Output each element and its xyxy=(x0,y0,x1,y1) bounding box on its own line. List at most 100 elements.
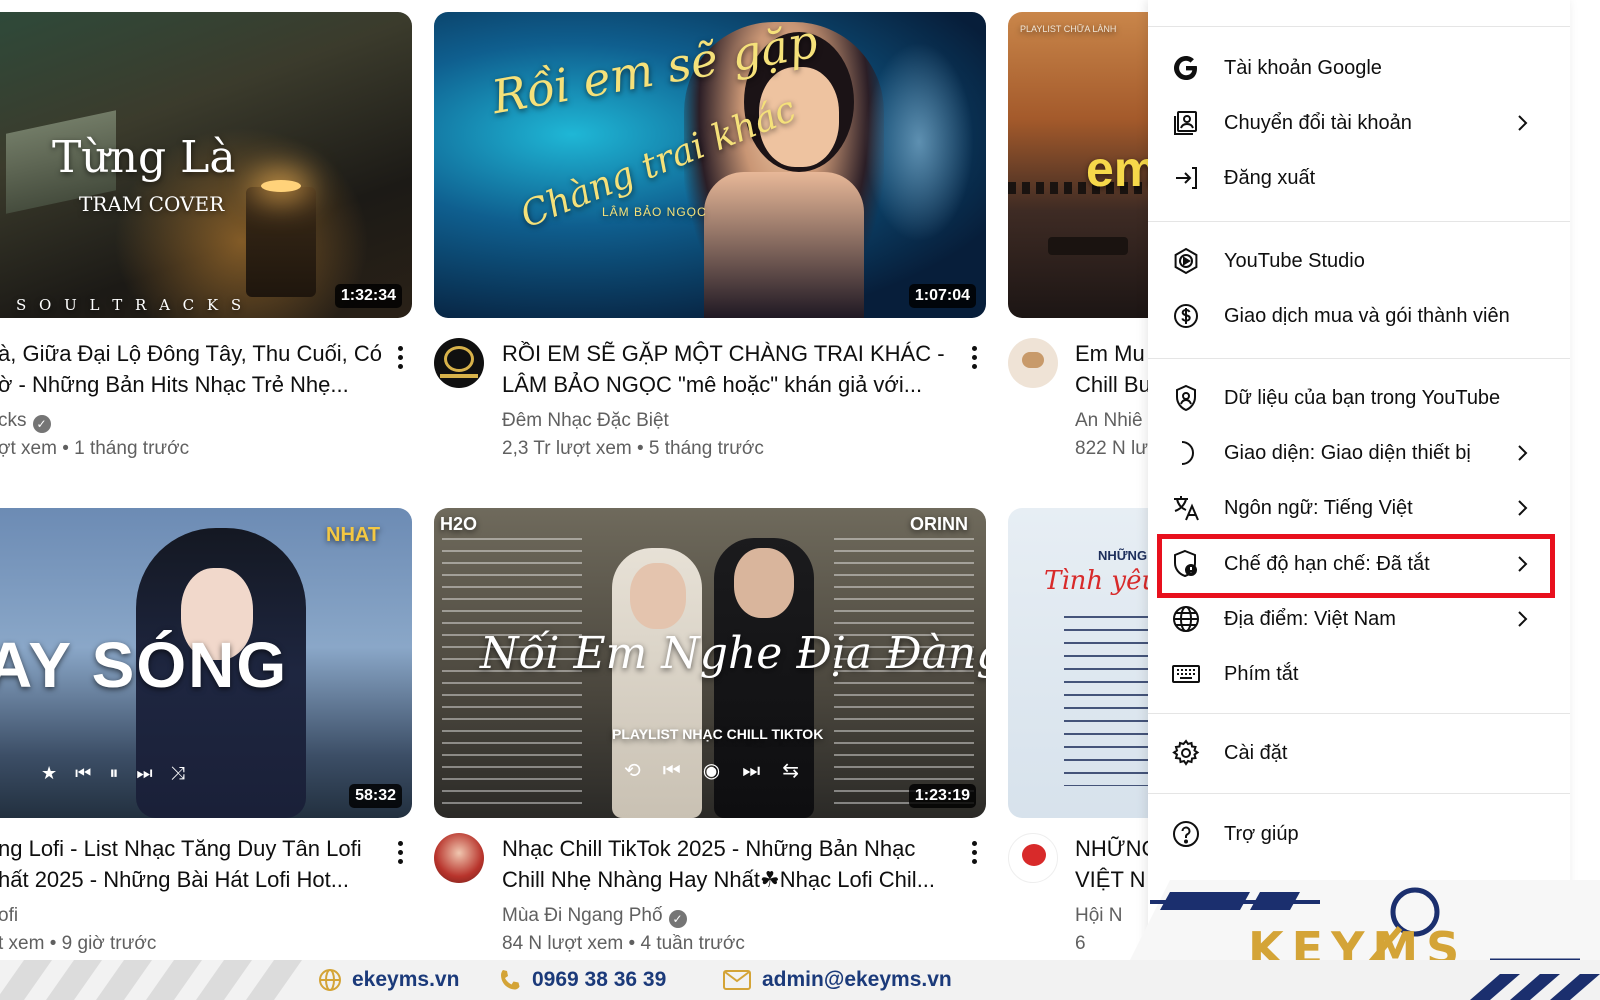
thumbnail-title: Từng Là xyxy=(52,132,236,183)
globe-icon xyxy=(319,969,341,991)
menu-divider xyxy=(1148,221,1570,222)
phone-icon xyxy=(501,970,520,990)
video-grid: Từng Là TRAM COVER S O U L T R A C K S 1… xyxy=(0,0,1208,960)
chevron-right-icon xyxy=(1518,500,1528,516)
your-data-icon xyxy=(1170,382,1202,414)
settings-gear-icon xyxy=(1170,737,1202,769)
menu-item-label: Chế độ hạn chế: Đã tắt xyxy=(1224,552,1430,575)
footer-stripe-decoration xyxy=(1470,974,1600,1000)
appearance-moon-icon xyxy=(1170,437,1202,469)
chevron-right-icon xyxy=(1518,556,1528,572)
chevron-right-icon xyxy=(1518,445,1528,461)
menu-item-youtube-studio[interactable]: YouTube Studio xyxy=(1148,233,1570,289)
thumbnail-subtitle: TRAM COVER xyxy=(79,192,225,216)
channel-name[interactable]: Mùa Đi Ngang Phố ✓ xyxy=(502,905,687,928)
mail-icon xyxy=(723,970,751,990)
menu-item-your-data[interactable]: Dữ liệu của bạn trong YouTube xyxy=(1148,370,1570,426)
chevron-right-icon xyxy=(1518,115,1528,131)
channel-avatar[interactable] xyxy=(1008,833,1058,883)
menu-item-help[interactable]: Trợ giúp xyxy=(1148,806,1570,862)
video-title[interactable]: à, Giữa Đại Lộ Đông Tây, Thu Cuối, Có ờ … xyxy=(0,338,382,400)
verified-icon: ✓ xyxy=(32,415,51,433)
menu-item-restricted-mode[interactable]: Chế độ hạn chế: Đã tắt xyxy=(1148,536,1570,592)
thumbnail-tag: LÂM BẢO NGỌC xyxy=(602,205,707,219)
footer-bar: ekeyms.vn 0969 38 36 39 admin@ekeyms.vn xyxy=(0,960,1600,1000)
menu-item-label: Phím tắt xyxy=(1224,662,1299,685)
sign-out-icon xyxy=(1170,162,1202,194)
thumbnail-tag2: ORINN xyxy=(910,514,968,534)
more-options-icon[interactable] xyxy=(397,346,403,369)
menu-item-switch-account[interactable]: Chuyển đổi tài khoản xyxy=(1148,95,1570,151)
menu-divider xyxy=(1148,358,1570,359)
thumbnail-tag: S O U L T R A C K S xyxy=(16,296,246,314)
switch-account-icon xyxy=(1170,107,1202,139)
footer-phone[interactable]: 0969 38 36 39 xyxy=(498,968,666,992)
footer-email[interactable]: admin@ekeyms.vn xyxy=(722,968,952,992)
menu-item-label: Ngôn ngữ: Tiếng Việt xyxy=(1224,496,1413,519)
menu-item-label: YouTube Studio xyxy=(1224,249,1365,272)
menu-item-label: Trợ giúp xyxy=(1224,822,1299,845)
language-icon xyxy=(1170,492,1202,524)
thumbnail-title: Nối Em Nghe Địa Đàng xyxy=(480,628,986,679)
channel-avatar[interactable] xyxy=(1008,338,1058,388)
menu-item-label: Tài khoản Google xyxy=(1224,56,1382,79)
channel-name[interactable]: cks ✓ xyxy=(0,410,51,433)
video-title[interactable]: Nhạc Chill TikTok 2025 - Những Bản Nhạc … xyxy=(502,833,935,895)
thumbnail-subtitle: PLAYLIST NHẠC CHILL TIKTOK xyxy=(612,726,824,742)
video-meta: ợt xem • 1 tháng trước xyxy=(0,438,190,459)
channel-avatar[interactable] xyxy=(434,833,484,883)
video-duration: 1:23:19 xyxy=(908,784,976,808)
menu-item-label: Địa điểm: Việt Nam xyxy=(1224,607,1396,630)
player-controls: ★⏮⏸⏭⤨ xyxy=(41,763,203,783)
globe-icon xyxy=(1170,603,1202,635)
channel-name[interactable]: ofi xyxy=(0,905,18,927)
thumbnail-tag: H2O xyxy=(440,514,478,534)
more-options-icon[interactable] xyxy=(971,346,977,369)
more-options-icon[interactable] xyxy=(971,841,977,864)
video-thumbnail[interactable]: Rồi em sẽ gặp Chàng trai khác LÂM BẢO NG… xyxy=(434,12,986,318)
video-meta: 6 xyxy=(1075,933,1086,954)
channel-name[interactable]: An Nhiê xyxy=(1075,410,1143,432)
account-menu: Tài khoản Google Chuyển đổi tài khoản Đă… xyxy=(1148,0,1570,960)
verified-icon: ✓ xyxy=(668,910,687,928)
menu-item-settings[interactable]: Cài đặt xyxy=(1148,725,1570,781)
menu-item-purchases[interactable]: Giao dịch mua và gói thành viên xyxy=(1148,288,1570,344)
menu-item-location[interactable]: Địa điểm: Việt Nam xyxy=(1148,591,1570,647)
thumbnail-logo: NHAT xyxy=(326,524,381,546)
video-meta: 822 N lư xyxy=(1075,438,1148,459)
video-meta: t xem • 9 giờ trước xyxy=(0,933,157,954)
video-title[interactable]: ng Lofi - List Nhạc Tăng Duy Tân Lofi hấ… xyxy=(0,833,362,895)
player-controls: ⟲⏮◉⏭⇆ xyxy=(624,760,821,782)
video-thumbnail[interactable]: H2O ORINN Nối Em Nghe Địa Đàng PLAYLIST … xyxy=(434,508,986,818)
menu-item-label: Dữ liệu của bạn trong YouTube xyxy=(1224,386,1501,409)
menu-item-label: Giao diện: Giao diện thiết bị xyxy=(1224,441,1471,464)
channel-avatar[interactable] xyxy=(434,338,484,388)
menu-divider xyxy=(1148,26,1570,27)
chevron-right-icon xyxy=(1518,611,1528,627)
more-options-icon[interactable] xyxy=(397,841,403,864)
menu-item-language[interactable]: Ngôn ngữ: Tiếng Việt xyxy=(1148,480,1570,536)
menu-item-google-account[interactable]: Tài khoản Google xyxy=(1148,40,1570,96)
thumbnail-title: AY SÓNG xyxy=(0,629,289,701)
footer-website[interactable]: ekeyms.vn xyxy=(318,968,459,992)
video-duration: 1:32:34 xyxy=(334,284,402,308)
video-title[interactable]: RỒI EM SẼ GẶP MỘT CHÀNG TRAI KHÁC - LÂM … xyxy=(502,338,945,400)
keyboard-icon xyxy=(1170,658,1202,690)
purchases-icon xyxy=(1170,300,1202,332)
video-thumbnail[interactable]: Từng Là TRAM COVER S O U L T R A C K S 1… xyxy=(0,12,412,318)
video-meta: 84 N lượt xem • 4 tuần trước xyxy=(502,933,745,954)
menu-item-sign-out[interactable]: Đăng xuất xyxy=(1148,150,1570,206)
video-duration: 58:32 xyxy=(349,784,402,808)
video-thumbnail[interactable]: AY SÓNG NHAT ★⏮⏸⏭⤨ 58:32 xyxy=(0,508,412,818)
menu-item-label: Đăng xuất xyxy=(1224,166,1316,189)
menu-item-label: Cài đặt xyxy=(1224,741,1288,764)
menu-divider xyxy=(1148,713,1570,714)
channel-name[interactable]: Đêm Nhạc Đặc Biệt xyxy=(502,410,669,432)
video-meta: 2,3 Tr lượt xem • 5 tháng trước xyxy=(502,438,764,459)
restricted-mode-icon xyxy=(1170,548,1202,580)
menu-item-appearance[interactable]: Giao diện: Giao diện thiết bị xyxy=(1148,425,1570,481)
video-title[interactable]: Em Mu Chill Bu xyxy=(1075,338,1151,400)
menu-item-label: Giao dịch mua và gói thành viên xyxy=(1224,304,1510,327)
menu-item-keyboard-shortcuts[interactable]: Phím tắt xyxy=(1148,646,1570,702)
video-duration: 1:07:04 xyxy=(908,284,976,308)
